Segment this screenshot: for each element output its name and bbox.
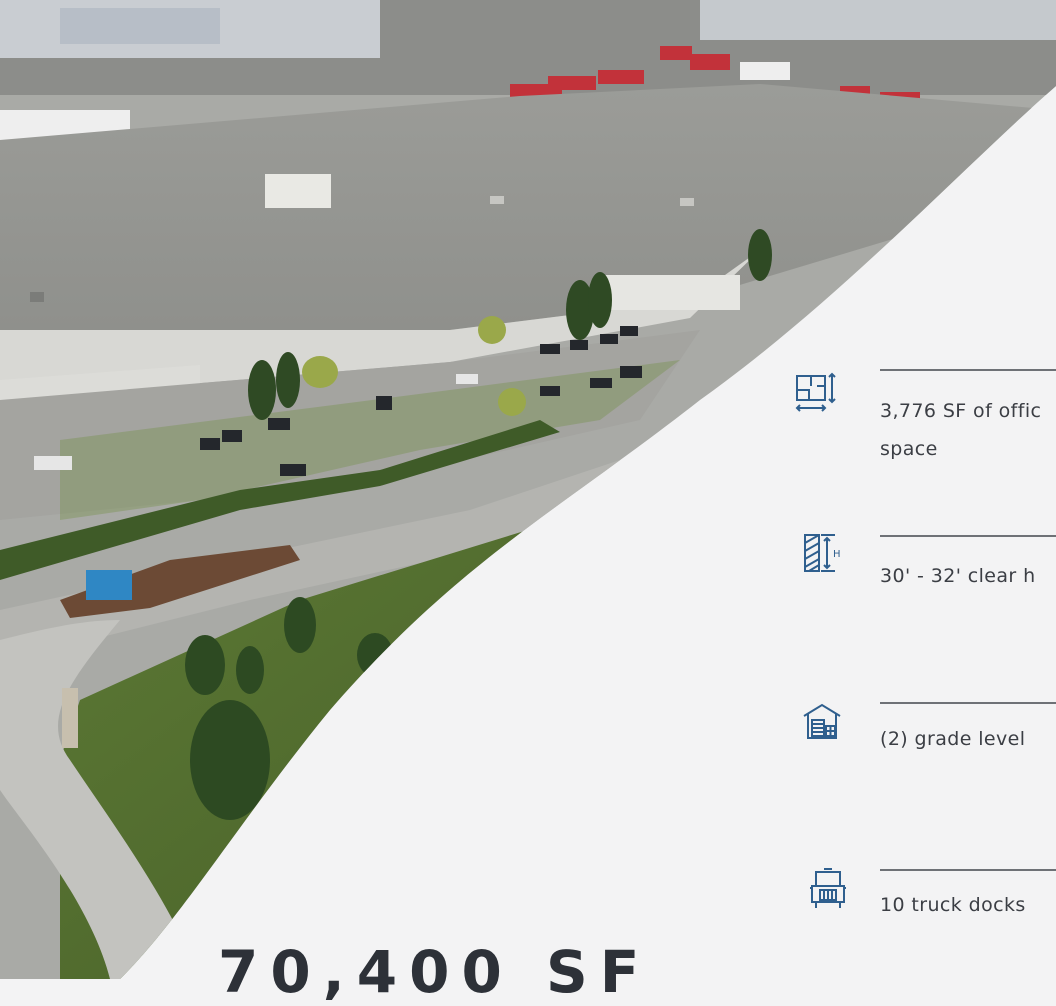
aerial-warehouse-photo bbox=[0, 0, 1056, 979]
svg-text:H: H bbox=[833, 549, 841, 560]
truck-icon bbox=[810, 868, 846, 908]
feature-label-line2: space bbox=[880, 438, 938, 460]
square-footage-headline: 70,400 SF bbox=[218, 938, 652, 1006]
feature-label: (2) grade level bbox=[880, 728, 1026, 750]
feature-divider bbox=[880, 369, 1056, 371]
feature-label: 10 truck docks bbox=[880, 894, 1026, 916]
floor-plan-icon bbox=[795, 372, 836, 412]
feature-label: 3,776 SF of offic bbox=[880, 400, 1042, 422]
clear-height-icon: H bbox=[804, 534, 841, 572]
feature-divider bbox=[880, 702, 1056, 704]
feature-label: 30' - 32' clear h bbox=[880, 565, 1036, 587]
feature-divider bbox=[880, 869, 1056, 871]
warehouse-icon bbox=[803, 703, 841, 739]
feature-divider bbox=[880, 535, 1056, 537]
